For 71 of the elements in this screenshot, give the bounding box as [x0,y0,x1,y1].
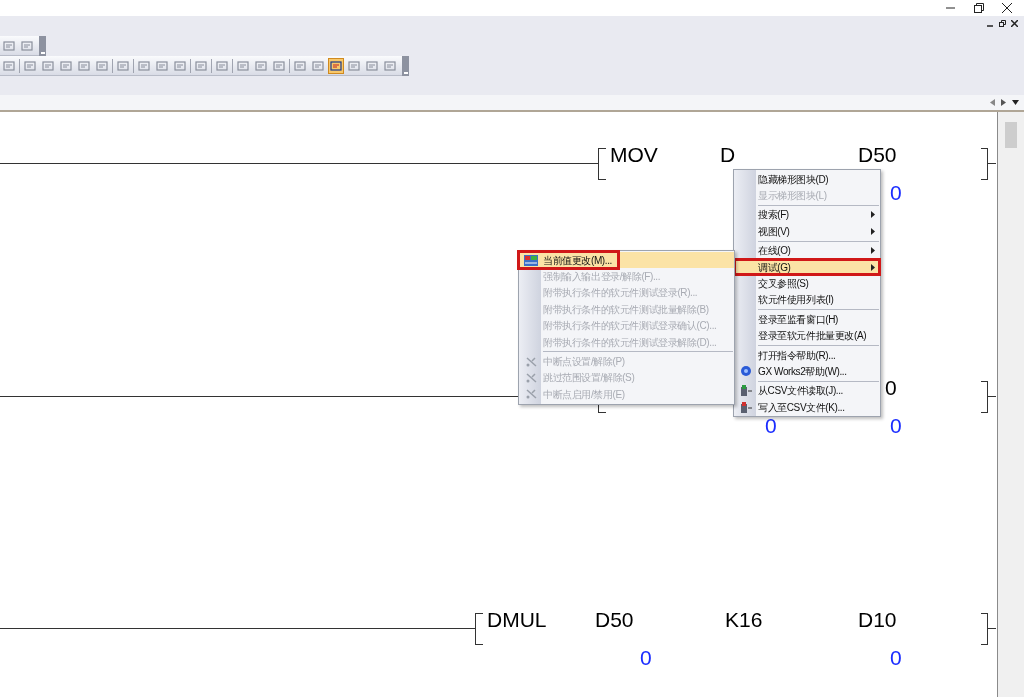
tool-icon [78,59,90,72]
tool-icon [117,59,129,72]
value-edit-icon [523,253,539,267]
tool-icon [294,59,306,72]
tool-icon [3,59,15,72]
menu-item[interactable]: 写入至CSV文件(K)... [734,399,880,416]
scrollbar-thumb[interactable] [1005,122,1017,148]
close-icon[interactable] [1011,20,1018,27]
breakpoint-icon [524,355,538,368]
tool-icon [273,59,285,72]
menu-item[interactable]: 从CSV文件读取(J)... [734,382,880,400]
tool-icon [60,59,72,72]
instruction-name: MOV [610,143,658,167]
breakpoint-icon [524,388,538,401]
restore-icon[interactable] [974,3,984,13]
menu-item[interactable]: GX Works2帮助(W)... [734,363,880,380]
operand-value: 0 [890,181,902,205]
toolbar-overflow-handle[interactable] [402,55,409,76]
scroll-left-icon[interactable] [990,99,995,106]
operand-label: D [720,143,736,167]
tool-icon [330,59,342,72]
operand-label: 0 [885,376,897,400]
operand-value: 0 [890,646,902,670]
menu-item[interactable]: 软元件使用列表(I) [734,291,880,309]
tool-icon [384,59,396,72]
menu-item[interactable]: 当前值更改(M)... [519,252,734,269]
tool-icon [156,59,168,72]
instruction-name: DMUL [487,608,547,632]
tool-icon [24,59,36,72]
operand-label: D50 [595,608,634,632]
operand-label: K16 [725,608,763,632]
tool-icon [216,59,228,72]
menu-item[interactable]: 登录至软元件批量更改(A) [734,327,880,344]
vertical-scrollbar[interactable] [997,112,1024,697]
tool-icon [3,39,15,52]
menu-item[interactable]: 搜索(F) [734,206,880,224]
tool-icon [42,59,54,72]
tool-icon [21,39,33,52]
dropdown-icon[interactable] [1012,100,1019,105]
help-icon [740,365,752,378]
menu-item[interactable]: 隐藏梯形图块(D) [734,171,880,188]
instruction-bracket [475,613,483,645]
file-transfer-icon [739,400,753,414]
toolbar-overflow-handle[interactable] [39,35,46,56]
breakpoint-icon [524,371,538,384]
tool-icon [96,59,108,72]
operand-label: D50 [858,143,897,167]
menu-item[interactable]: 调试(G) [734,258,880,276]
tool-icon [312,59,324,72]
tool-icon [174,59,186,72]
menu-item[interactable]: 视图(V) [734,223,880,240]
close-icon[interactable] [1002,3,1012,13]
file-transfer-icon [739,384,753,398]
tool-icon [195,59,207,72]
tool-icon [348,59,360,72]
operand-value: 0 [640,646,652,670]
toolbar-button[interactable] [328,57,344,74]
tool-icon [138,59,150,72]
menu-item[interactable]: 登录至监看窗口(H) [734,311,880,328]
operand-value: 0 [890,414,902,438]
restore-icon[interactable] [999,20,1006,27]
menu-item[interactable]: 交叉参照(S) [734,275,880,292]
operand-label: D10 [858,608,897,632]
operand-value: 0 [765,414,777,438]
tool-icon [255,59,267,72]
tool-icon [366,59,378,72]
menu-item[interactable]: 打开指令帮助(R)... [734,346,880,364]
instruction-bracket [598,148,606,180]
scroll-right-icon[interactable] [1001,99,1006,106]
menu-item[interactable]: 在线(O) [734,242,880,259]
tool-icon [237,59,249,72]
